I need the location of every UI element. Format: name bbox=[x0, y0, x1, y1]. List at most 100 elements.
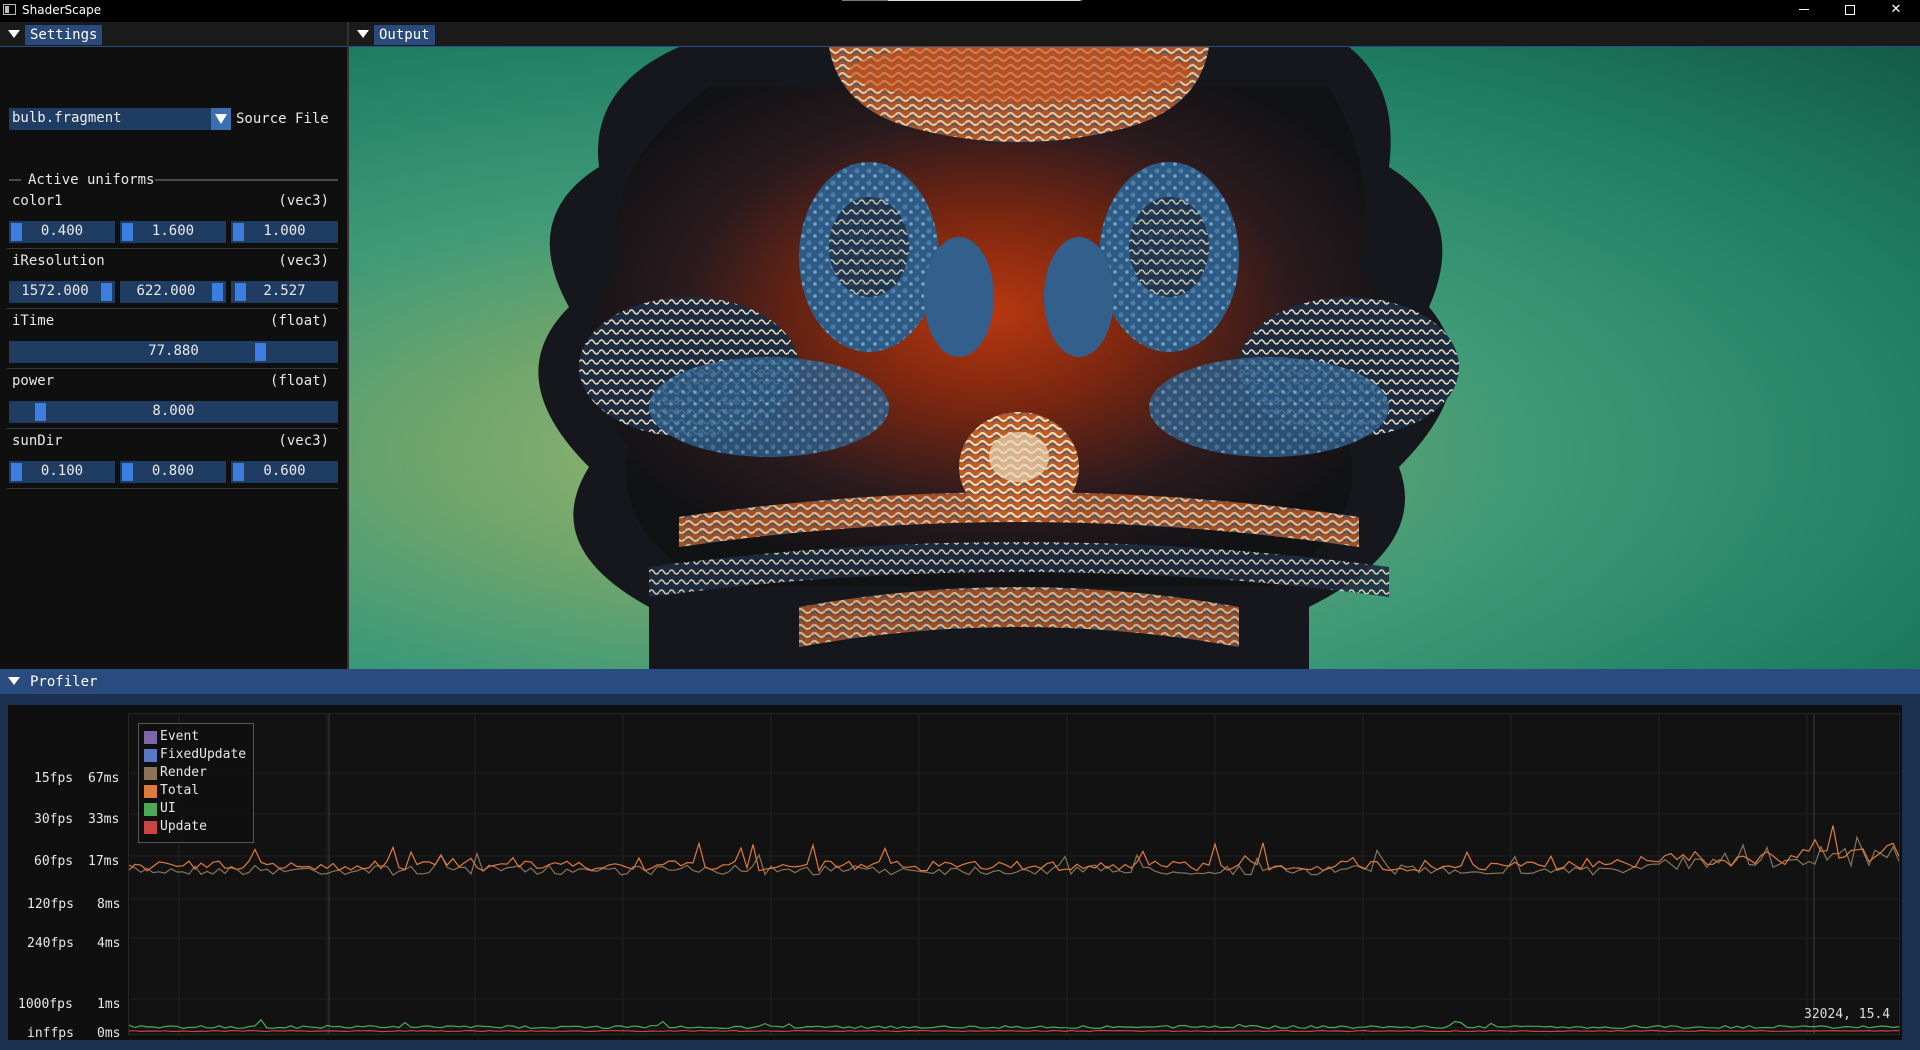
y-label-ms: 17ms bbox=[88, 854, 120, 869]
app-icon bbox=[3, 4, 16, 15]
legend-swatch bbox=[144, 821, 157, 834]
slider-value: 2.527 bbox=[263, 283, 306, 299]
power-slider[interactable]: 8.000 bbox=[9, 401, 338, 423]
legend-label: UI bbox=[160, 801, 176, 816]
uniform-type: (vec3) bbox=[278, 433, 329, 449]
restore-icon bbox=[1845, 4, 1855, 15]
legend-swatch bbox=[144, 803, 157, 816]
slider-grab[interactable] bbox=[101, 283, 112, 301]
slider-value: 0.800 bbox=[151, 463, 195, 479]
restore-button[interactable] bbox=[1827, 0, 1873, 22]
separator-line bbox=[9, 179, 21, 181]
row-separator bbox=[7, 488, 338, 489]
iresolution-x-slider[interactable]: 1572.000 bbox=[9, 281, 115, 303]
profiler-plot[interactable] bbox=[8, 705, 1902, 1040]
sundir-z-slider[interactable]: 0.600 bbox=[231, 461, 338, 483]
tab-profiler[interactable]: Profiler bbox=[25, 672, 103, 692]
profiler-header: Profiler bbox=[0, 669, 1920, 694]
slider-value: 1.000 bbox=[263, 223, 306, 239]
y-label-ms: 67ms bbox=[88, 771, 120, 786]
row-separator bbox=[7, 248, 338, 249]
source-file-label: Source File bbox=[236, 111, 329, 127]
shader-output-viewport[interactable] bbox=[349, 47, 1920, 669]
separator-line bbox=[155, 179, 338, 181]
legend-label: FixedUpdate bbox=[160, 747, 247, 762]
uniform-name: iResolution bbox=[12, 253, 105, 269]
y-label-fps: 30fps bbox=[34, 812, 74, 827]
legend-label: Event bbox=[160, 729, 200, 744]
settings-panel: Settings bulb.fragment Source File Activ… bbox=[0, 22, 347, 669]
legend-label: Update bbox=[160, 819, 207, 834]
update-series-line bbox=[129, 1029, 1900, 1033]
close-icon: ✕ bbox=[1890, 2, 1902, 17]
legend-swatch bbox=[144, 749, 157, 762]
minimize-icon bbox=[1799, 9, 1809, 10]
color1-z-slider[interactable]: 1.000 bbox=[231, 221, 338, 243]
legend-swatch bbox=[144, 767, 157, 780]
collapse-arrow-icon[interactable] bbox=[357, 30, 369, 38]
uniform-name: iTime bbox=[12, 313, 55, 329]
y-label-ms: 4ms bbox=[97, 936, 121, 951]
uniform-type: (vec3) bbox=[278, 253, 329, 269]
slider-value: 0.400 bbox=[40, 223, 84, 239]
slider-value: 622.000 bbox=[136, 283, 196, 299]
y-label-fps: 120fps bbox=[27, 897, 74, 912]
iresolution-z-slider[interactable]: 2.527 bbox=[231, 281, 338, 303]
collapse-arrow-icon[interactable] bbox=[8, 677, 20, 685]
cursor-readout: 32024, 15.4 bbox=[1804, 1007, 1891, 1022]
y-label-ms: 8ms bbox=[97, 897, 121, 912]
slider-value: 77.880 bbox=[148, 343, 199, 359]
y-label-ms: 33ms bbox=[88, 812, 120, 827]
sundir-x-slider[interactable]: 0.100 bbox=[9, 461, 115, 483]
profiler-legend[interactable]: Event FixedUpdate Render Total UI Update bbox=[138, 723, 254, 843]
minimize-button[interactable] bbox=[1781, 0, 1827, 22]
tab-output[interactable]: Output bbox=[374, 25, 435, 45]
sundir-y-slider[interactable]: 0.800 bbox=[120, 461, 226, 483]
legend-label: Render bbox=[160, 765, 207, 780]
slider-grab[interactable] bbox=[212, 283, 223, 301]
uniform-name: color1 bbox=[12, 193, 63, 209]
slider-value: 1572.000 bbox=[21, 283, 89, 299]
slider-value: 0.600 bbox=[263, 463, 306, 479]
y-label-fps: 1000fps bbox=[18, 997, 73, 1012]
source-file-value: bulb.fragment bbox=[12, 110, 122, 126]
y-label-fps: 60fps bbox=[34, 854, 74, 869]
uniform-type: (float) bbox=[269, 373, 329, 389]
row-separator bbox=[7, 428, 338, 429]
row-separator bbox=[7, 368, 338, 369]
chevron-down-icon[interactable] bbox=[211, 108, 231, 130]
title-bar: ShaderScape ✕ bbox=[0, 0, 1920, 22]
uniform-name: power bbox=[12, 373, 55, 389]
output-header: Output bbox=[349, 22, 1920, 47]
slider-value: 0.100 bbox=[40, 463, 84, 479]
close-button[interactable]: ✕ bbox=[1873, 0, 1919, 22]
uniforms-header: Active uniforms bbox=[28, 172, 155, 188]
itime-slider[interactable]: 77.880 bbox=[9, 341, 338, 363]
legend-swatch bbox=[144, 731, 157, 744]
color1-x-slider[interactable]: 0.400 bbox=[9, 221, 115, 243]
drag-indicator-highlight bbox=[888, 0, 1080, 1]
slider-value: 8.000 bbox=[152, 403, 195, 419]
collapse-arrow-icon[interactable] bbox=[8, 30, 20, 38]
y-label-fps: 240fps bbox=[27, 936, 74, 951]
settings-header: Settings bbox=[0, 22, 347, 47]
uniform-type: (float) bbox=[269, 313, 329, 329]
fractal-render-image bbox=[538, 47, 1459, 669]
total-series-line bbox=[128, 825, 1900, 873]
legend-swatch bbox=[144, 785, 157, 798]
iresolution-y-slider[interactable]: 622.000 bbox=[120, 281, 226, 303]
y-label-fps: inffps bbox=[27, 1026, 74, 1041]
profiler-panel: Profiler bbox=[0, 669, 1920, 1050]
uniform-name: sunDir bbox=[12, 433, 63, 449]
y-label-ms: 0ms bbox=[97, 1026, 121, 1041]
source-file-combo[interactable]: bulb.fragment bbox=[9, 108, 231, 130]
slider-value: 1.600 bbox=[151, 223, 195, 239]
ui-series-line bbox=[128, 1018, 1900, 1030]
y-label-ms: 1ms bbox=[97, 997, 121, 1012]
tab-settings[interactable]: Settings bbox=[25, 25, 103, 45]
uniform-type: (vec3) bbox=[278, 193, 329, 209]
window-title: ShaderScape bbox=[22, 3, 102, 17]
color1-y-slider[interactable]: 1.600 bbox=[120, 221, 226, 243]
plot-area[interactable] bbox=[128, 713, 1900, 1035]
row-separator bbox=[7, 308, 338, 309]
